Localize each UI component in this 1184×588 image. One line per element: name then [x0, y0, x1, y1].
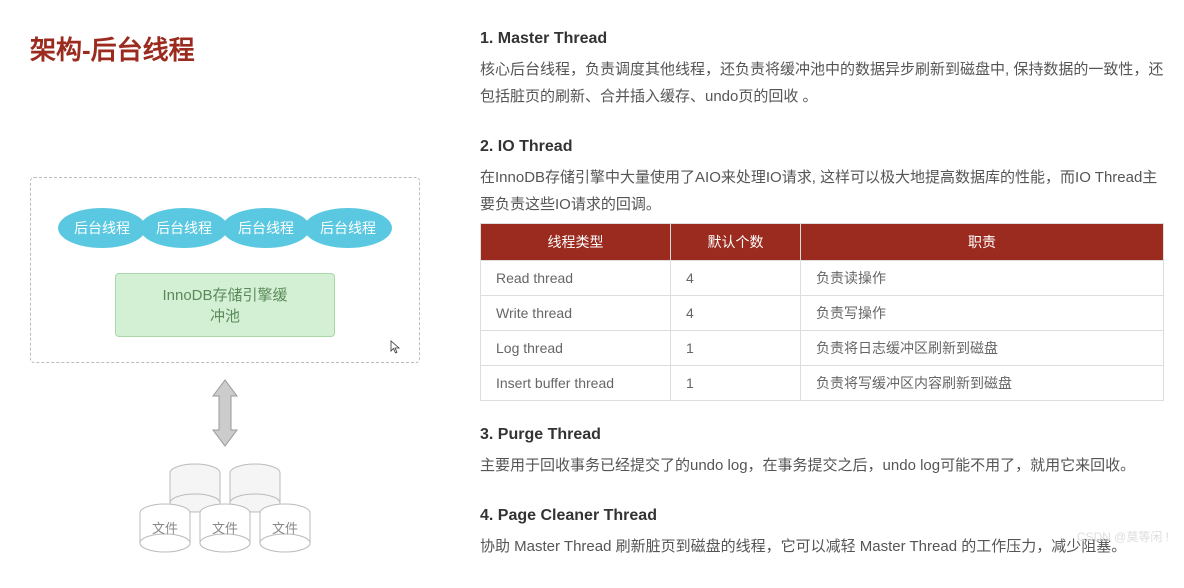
thread-pill: 后台线程 — [304, 208, 392, 248]
page-title: 架构-后台线程 — [30, 30, 420, 67]
table-row: Insert buffer thread 1 负责将写缓冲区内容刷新到磁盘 — [481, 366, 1164, 401]
table-row: Read thread 4 负责读操作 — [481, 261, 1164, 296]
svg-text:文件: 文件 — [272, 521, 298, 536]
double-arrow-icon — [30, 378, 420, 448]
diagram-container: 后台线程 后台线程 后台线程 后台线程 InnoDB存储引擎缓冲池 — [30, 177, 420, 363]
section-purge-title: 3. Purge Thread — [480, 426, 1164, 444]
svg-text:文件: 文件 — [212, 521, 238, 536]
disk-cylinders-icon: 文件 文件 文件 — [30, 458, 420, 568]
cursor-icon — [390, 340, 404, 357]
table-header-row: 线程类型 默认个数 职责 — [481, 224, 1164, 261]
thread-pill: 后台线程 — [58, 208, 146, 248]
svg-text:文件: 文件 — [152, 521, 178, 536]
section-purge-text: 主要用于回收事务已经提交了的undo log，在事务提交之后，undo log可… — [480, 452, 1164, 479]
thread-pill: 后台线程 — [140, 208, 228, 248]
section-io-title: 2. IO Thread — [480, 138, 1164, 156]
table-header: 默认个数 — [671, 224, 801, 261]
buffer-pool-box: InnoDB存储引擎缓冲池 — [115, 273, 335, 337]
section-master-title: 1. Master Thread — [480, 30, 1164, 48]
table-header: 职责 — [801, 224, 1164, 261]
left-column: 架构-后台线程 后台线程 后台线程 后台线程 后台线程 InnoDB存储引擎缓冲… — [30, 30, 420, 568]
right-column: 1. Master Thread 核心后台线程，负责调度其他线程，还负责将缓冲池… — [480, 30, 1164, 568]
thread-pill: 后台线程 — [222, 208, 310, 248]
section-cleaner-text: 协助 Master Thread 刷新脏页到磁盘的线程，它可以减轻 Master… — [480, 533, 1164, 560]
section-io-text: 在InnoDB存储引擎中大量使用了AIO来处理IO请求, 这样可以极大地提高数据… — [480, 164, 1164, 218]
thread-row: 后台线程 后台线程 后台线程 后台线程 — [46, 208, 404, 248]
table-row: Write thread 4 负责写操作 — [481, 296, 1164, 331]
io-thread-table: 线程类型 默认个数 职责 Read thread 4 负责读操作 Write t… — [480, 223, 1164, 401]
table-row: Log thread 1 负责将日志缓冲区刷新到磁盘 — [481, 331, 1164, 366]
watermark: CSDN @莫等闲 ! — [1077, 528, 1169, 545]
section-cleaner-title: 4. Page Cleaner Thread — [480, 507, 1164, 525]
table-header: 线程类型 — [481, 224, 671, 261]
section-master-text: 核心后台线程，负责调度其他线程，还负责将缓冲池中的数据异步刷新到磁盘中, 保持数… — [480, 56, 1164, 110]
